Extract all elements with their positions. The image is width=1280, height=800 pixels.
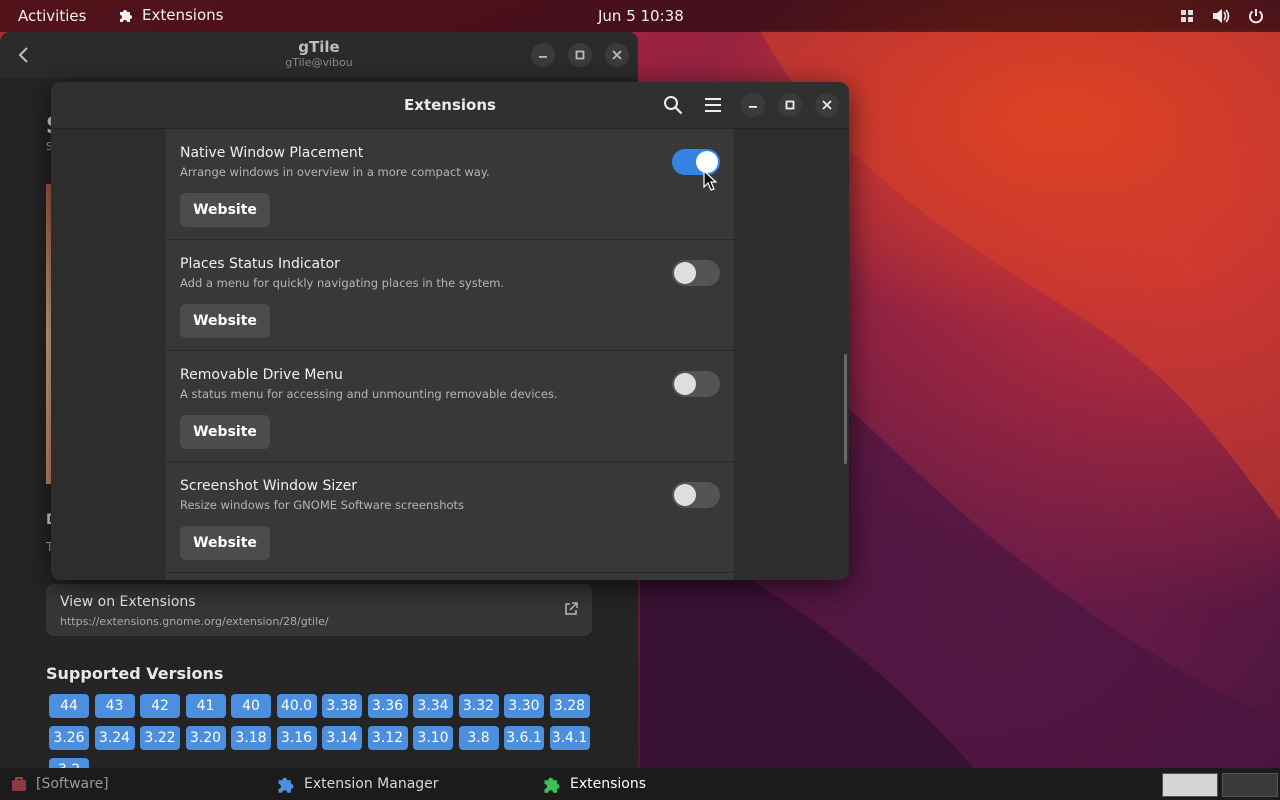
volume-icon[interactable] (1212, 8, 1230, 24)
hamburger-menu-icon[interactable] (702, 94, 724, 116)
external-link-icon (565, 602, 578, 615)
taskbar-item-label: Extension Manager (304, 776, 439, 792)
version-chip: 43 (94, 694, 135, 718)
system-tray[interactable] (1180, 8, 1264, 24)
extension-toggle[interactable] (672, 371, 720, 397)
puzzle-icon (120, 10, 132, 22)
extensions-scrollbar[interactable] (844, 354, 847, 464)
app-menu-label: Extensions (142, 6, 224, 24)
search-icon[interactable] (662, 94, 684, 116)
version-chip: 3.26 (49, 726, 89, 750)
version-chip: 3.34 (413, 694, 453, 718)
version-chip: 3.8 (458, 726, 499, 750)
version-chip: 42 (140, 694, 180, 718)
workspace-1[interactable] (1162, 773, 1218, 797)
version-chip: 3.24 (94, 726, 135, 750)
maximize-button[interactable] (568, 43, 592, 67)
puzzle-icon (278, 777, 294, 793)
website-button[interactable]: Website (180, 526, 270, 560)
extensions-close-button[interactable] (815, 93, 839, 117)
extension-row-native-window-placement: Native Window Placement Arrange windows … (166, 129, 734, 240)
version-chip: 3.6.1 (504, 726, 544, 750)
clock[interactable]: Jun 5 10:38 (598, 7, 684, 25)
close-icon (612, 50, 622, 60)
power-icon[interactable] (1248, 8, 1264, 24)
workspace-2[interactable] (1222, 773, 1278, 797)
software-bag-icon (12, 777, 26, 791)
minimize-icon (749, 106, 757, 108)
view-on-extensions-label: View on Extensions (60, 594, 196, 610)
extensions-list: Native Window Placement Arrange windows … (166, 129, 734, 580)
mouse-cursor-icon (703, 170, 717, 191)
extension-row-screenshot-window-sizer: Screenshot Window Sizer Resize windows f… (166, 462, 734, 573)
version-chip: 3.32 (458, 694, 499, 718)
taskbar-item-extensions[interactable]: Extensions (542, 768, 646, 800)
toggle-knob (674, 484, 696, 506)
taskbar-item-label: Extensions (570, 776, 647, 792)
extension-toggle[interactable] (672, 482, 720, 508)
version-chip: 3.38 (322, 694, 362, 718)
version-chip: 3.16 (276, 726, 317, 750)
version-chip: 3.14 (322, 726, 362, 750)
version-chip: 3.20 (185, 726, 226, 750)
extension-description: Arrange windows in overview in a more co… (180, 165, 490, 179)
version-chip: 3.30 (504, 694, 544, 718)
extensions-title: Extensions (404, 96, 496, 114)
version-chip: 3.12 (367, 726, 408, 750)
version-chip: 3.36 (367, 694, 408, 718)
version-chip: 3.10 (413, 726, 453, 750)
view-on-extensions-url: https://extensions.gnome.org/extension/2… (60, 615, 329, 628)
extensions-header-bar: Extensions (51, 82, 849, 129)
extensions-minimize-button[interactable] (741, 93, 765, 117)
version-chip: 44 (49, 694, 89, 718)
maximize-icon (575, 50, 585, 60)
version-chip: 3.28 (549, 694, 590, 718)
extension-row-places-status-indicator: Places Status Indicator Add a menu for q… (166, 240, 734, 351)
app-menu[interactable]: Extensions (118, 6, 223, 24)
extensions-maximize-button[interactable] (778, 93, 802, 117)
taskbar-item-software[interactable]: [Software] (10, 768, 109, 800)
extension-name: Removable Drive Menu (180, 367, 343, 383)
gtile-header-bar: gTile gTile@vibou (0, 32, 638, 78)
website-button[interactable]: Website (180, 193, 270, 227)
toggle-knob (674, 373, 696, 395)
taskbar-item-extension-manager[interactable]: Extension Manager (276, 768, 439, 800)
taskbar-item-label: [Software] (36, 776, 109, 792)
extension-description: A status menu for accessing and unmounti… (180, 387, 558, 401)
close-icon (822, 100, 832, 110)
version-chip: 3.22 (140, 726, 180, 750)
version-chip: 40.0 (276, 694, 317, 718)
version-chip: 41 (185, 694, 226, 718)
extension-name: Native Window Placement (180, 145, 364, 161)
website-button[interactable]: Website (180, 415, 270, 449)
view-on-extensions-link[interactable]: View on Extensions https://extensions.gn… (46, 584, 592, 636)
puzzle-icon (544, 777, 560, 793)
minimize-button[interactable] (531, 43, 555, 67)
version-chip: 3.18 (231, 726, 271, 750)
top-bar: Activities Extensions Jun 5 10:38 (0, 0, 1280, 32)
version-chip: 40 (231, 694, 271, 718)
toggle-knob (674, 262, 696, 284)
version-chip: 3.2 (49, 758, 89, 768)
extension-description: Resize windows for GNOME Software screen… (180, 498, 465, 512)
maximize-icon (785, 100, 795, 110)
extension-row-removable-drive-menu: Removable Drive Menu A status menu for a… (166, 351, 734, 462)
extension-row-next (166, 573, 734, 580)
taskbar: [Software] Extension Manager Extensions (0, 768, 1280, 800)
supported-versions-heading: Supported Versions (46, 664, 224, 683)
minimize-icon (539, 56, 547, 58)
version-chip: 3.4.1 (549, 726, 590, 750)
close-button[interactable] (605, 43, 629, 67)
extension-name: Places Status Indicator (180, 256, 340, 272)
extensions-window: Extensions Native Window Placement Arran… (51, 82, 849, 580)
extension-name: Screenshot Window Sizer (180, 478, 357, 494)
activities-button[interactable]: Activities (18, 7, 86, 25)
extension-description: Add a menu for quickly navigating places… (180, 276, 505, 290)
windows-icon[interactable] (1180, 9, 1194, 23)
extension-toggle[interactable] (672, 260, 720, 286)
website-button[interactable]: Website (180, 304, 270, 338)
